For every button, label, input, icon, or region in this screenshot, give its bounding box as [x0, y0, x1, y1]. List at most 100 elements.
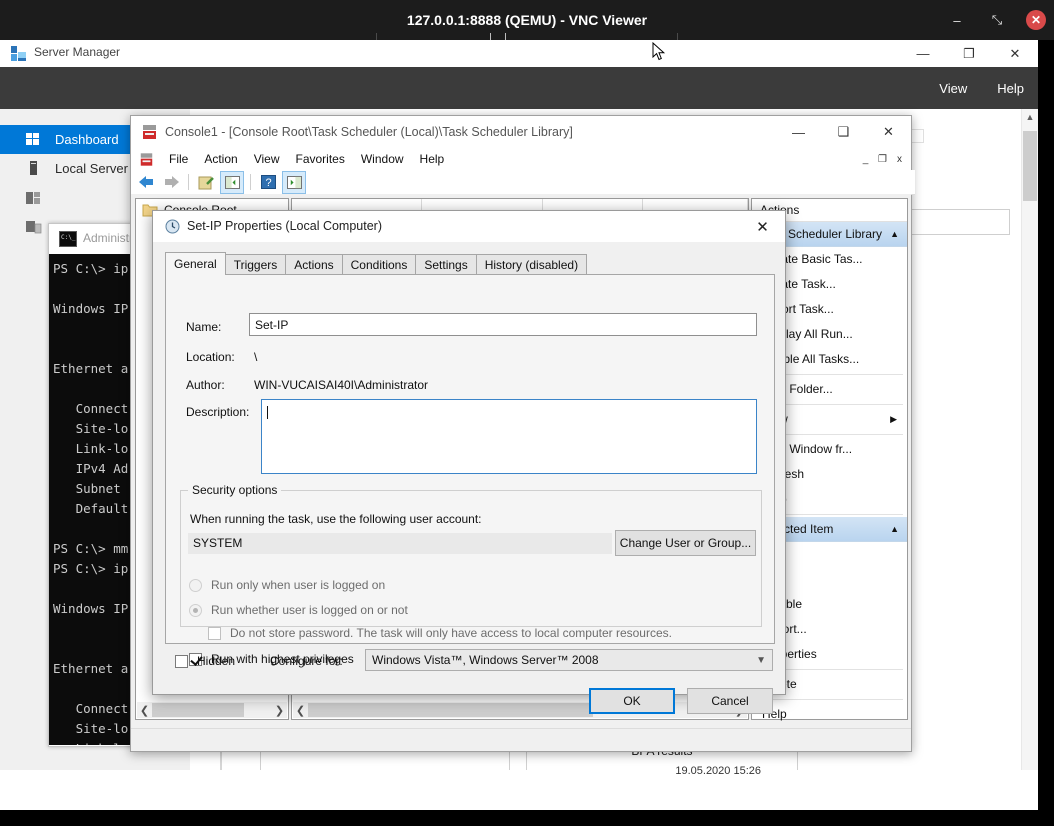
svg-text:?: ?	[265, 177, 271, 189]
mmc-titlebar: Console1 - [Console Root\Task Scheduler …	[131, 116, 911, 148]
tree-horizontal-scrollbar[interactable]: ❮ ❯	[137, 702, 287, 718]
server-manager-banner-links: View Help	[939, 67, 1024, 109]
mmc-window-controls: — ❑ ✕	[776, 116, 911, 148]
tab-conditions[interactable]: Conditions	[342, 254, 417, 275]
hidden-checkbox[interactable]	[175, 655, 188, 668]
vnc-minimize-button[interactable]: –	[946, 9, 968, 31]
list-horizontal-scrollbar[interactable]: ❮ ❯	[293, 702, 747, 718]
task-properties-dialog: Set-IP Properties (Local Computer) ✕ Gen…	[152, 210, 786, 695]
server-manager-minimize-button[interactable]: —	[900, 40, 946, 67]
file-services-icon	[25, 218, 42, 235]
cancel-button[interactable]: Cancel	[687, 688, 773, 714]
change-user-or-group-button[interactable]: Change User or Group...	[615, 530, 756, 556]
vnc-viewer-titlebar: 127.0.0.1:8888 (QEMU) - VNC Viewer – ⤡ ✕	[0, 0, 1054, 40]
scroll-left-icon[interactable]: ❮	[293, 702, 308, 718]
menu-window[interactable]: Window	[353, 148, 412, 170]
sidebar-item-dashboard-label: Dashboard	[55, 132, 119, 147]
mmc-menu-items: File Action View Favorites Window Help	[161, 148, 452, 170]
server-manager-titlebar: Server Manager — ❐ ✕	[0, 40, 1038, 68]
chevron-right-icon: ▶	[890, 407, 897, 432]
scroll-right-icon[interactable]: ❯	[272, 702, 287, 718]
name-label: Name:	[186, 320, 221, 334]
location-label: Location:	[186, 350, 235, 364]
tab-actions[interactable]: Actions	[285, 254, 342, 275]
scrollbar-thumb[interactable]	[152, 703, 244, 717]
server-manager-title: Server Manager	[34, 45, 120, 59]
description-label: Description:	[186, 405, 249, 419]
server-manager-close-button[interactable]: ✕	[992, 40, 1038, 67]
toolbar-separator	[250, 174, 251, 190]
menu-favorites[interactable]: Favorites	[288, 148, 353, 170]
child-restore-button[interactable]: ❐	[874, 152, 891, 168]
general-tab-page: Name: Set-IP Location: \ Author: WIN-VUC…	[165, 274, 775, 644]
chevron-up-icon[interactable]: ▲	[890, 222, 899, 246]
ok-button[interactable]: OK	[589, 688, 675, 714]
tab-general[interactable]: General	[165, 252, 226, 275]
run-whether-logged-on-label: Run whether user is logged on or not	[211, 603, 408, 617]
all-servers-icon	[25, 189, 42, 206]
location-value: \	[254, 350, 257, 364]
dialog-body: General Triggers Actions Conditions Sett…	[153, 242, 785, 694]
server-manager-scrollbar[interactable]: ▲	[1021, 109, 1038, 770]
vnc-close-button[interactable]: ✕	[1026, 10, 1046, 30]
scroll-up-icon[interactable]: ▲	[1022, 109, 1038, 126]
server-manager-banner: View Help	[0, 67, 1038, 109]
back-icon[interactable]	[135, 172, 157, 193]
banner-view-menu[interactable]: View	[939, 81, 967, 96]
vnc-window-controls: – ⤡ ✕	[946, 0, 1046, 40]
text-caret	[267, 406, 268, 419]
mmc-statusbar	[131, 728, 911, 751]
user-account-value: SYSTEM	[188, 533, 612, 554]
configure-for-value: Windows Vista™, Windows Server™ 2008	[372, 653, 599, 667]
account-prompt-label: When running the task, use the following…	[190, 512, 482, 526]
description-textarea[interactable]	[261, 399, 757, 474]
author-value: WIN-VUCAISAI40I\Administrator	[254, 378, 428, 392]
tab-triggers[interactable]: Triggers	[225, 254, 287, 275]
show-hide-console-tree-icon[interactable]	[220, 171, 244, 194]
server-manager-icon	[10, 45, 27, 62]
action-help-selected[interactable]: Help	[752, 702, 907, 727]
server-manager-maximize-button[interactable]: ❐	[946, 40, 992, 67]
mmc-maximize-button[interactable]: ❑	[821, 116, 866, 148]
run-only-when-logged-on-radio[interactable]	[189, 579, 202, 592]
mmc-toolbar: ?	[131, 170, 915, 195]
actions-separator	[756, 699, 903, 700]
menu-view[interactable]: View	[246, 148, 288, 170]
scroll-left-icon[interactable]: ❮	[137, 702, 152, 718]
scrollbar-thumb[interactable]	[308, 703, 593, 717]
mmc-close-button[interactable]: ✕	[866, 116, 911, 148]
scrollbar-thumb[interactable]	[1023, 131, 1037, 201]
mmc-console-icon	[141, 124, 158, 140]
vnc-restore-button[interactable]: ⤡	[986, 9, 1008, 31]
menu-file[interactable]: File	[161, 148, 196, 170]
help-icon[interactable]: ?	[257, 172, 279, 193]
menu-action[interactable]: Action	[196, 148, 245, 170]
run-whether-logged-on-radio[interactable]	[189, 604, 202, 617]
dashboard-icon	[25, 131, 42, 148]
console-icon	[59, 231, 77, 247]
mmc-child-window-icon[interactable]	[139, 152, 154, 167]
mmc-minimize-button[interactable]: —	[776, 116, 821, 148]
hidden-label: Hidden	[197, 654, 235, 668]
configure-for-select[interactable]: Windows Vista™, Windows Server™ 2008 ▼	[365, 649, 773, 671]
child-close-button[interactable]: x	[891, 152, 908, 168]
mouse-cursor	[652, 42, 666, 62]
bpa-results-timestamp: 19.05.2020 15:26	[675, 765, 761, 777]
child-minimize-button[interactable]: _	[857, 152, 874, 168]
do-not-store-password-label: Do not store password. The task will onl…	[230, 626, 672, 640]
dialog-title: Set-IP Properties (Local Computer)	[187, 219, 382, 233]
author-label: Author:	[186, 378, 225, 392]
menu-help[interactable]: Help	[412, 148, 453, 170]
banner-help-menu[interactable]: Help	[997, 81, 1024, 96]
dialog-tabstrip: General Triggers Actions Conditions Sett…	[165, 253, 586, 275]
forward-icon[interactable]	[160, 172, 182, 193]
chevron-up-icon[interactable]: ▲	[890, 517, 899, 541]
tab-settings[interactable]: Settings	[415, 254, 476, 275]
properties-icon[interactable]	[195, 172, 217, 193]
tab-history[interactable]: History (disabled)	[476, 254, 587, 275]
dialog-close-button[interactable]: ✕	[740, 211, 785, 242]
name-input[interactable]: Set-IP	[249, 313, 757, 336]
do-not-store-password-checkbox[interactable]	[208, 627, 221, 640]
show-hide-action-pane-icon[interactable]	[282, 171, 306, 194]
chevron-down-icon: ▼	[756, 655, 766, 666]
